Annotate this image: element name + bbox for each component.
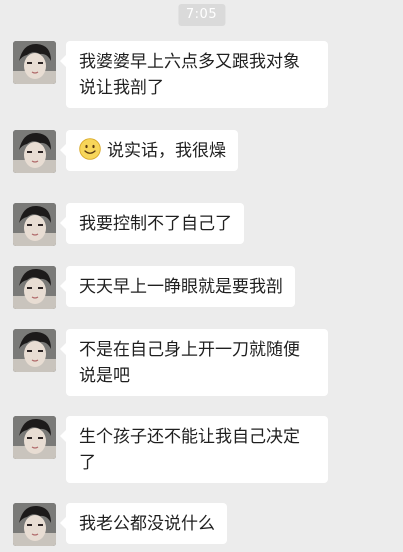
- chat-window: 7:05 我婆婆早上六点多又跟我对象说让我剖了 说实话，我很燥 我要控制不了自己…: [0, 0, 403, 552]
- avatar-image: [13, 503, 56, 546]
- message-text: 不是在自己身上开一刀就随便说是吧: [79, 340, 300, 386]
- message-bubble[interactable]: 天天早上一睁眼就是要我剖: [60, 266, 295, 307]
- message-bubble[interactable]: 生个孩子还不能让我自己决定了: [60, 416, 328, 483]
- avatar[interactable]: [13, 203, 56, 246]
- message-text: 我老公都没说什么: [79, 514, 215, 534]
- message-text: 说实话，我很燥: [107, 141, 226, 161]
- avatar-image: [13, 416, 56, 459]
- message-bubble[interactable]: 我老公都没说什么: [60, 503, 227, 544]
- message-bubble[interactable]: 我婆婆早上六点多又跟我对象说让我剖了: [60, 41, 328, 108]
- message-text: 生个孩子还不能让我自己决定了: [79, 427, 300, 473]
- avatar-image: [13, 266, 56, 309]
- avatar-image: [13, 329, 56, 372]
- avatar[interactable]: [13, 41, 56, 84]
- avatar[interactable]: [13, 329, 56, 372]
- avatar[interactable]: [13, 503, 56, 546]
- message-bubble[interactable]: 不是在自己身上开一刀就随便说是吧: [60, 329, 328, 396]
- message-timestamp: 7:05: [177, 4, 226, 26]
- avatar-image: [13, 130, 56, 173]
- message-text: 我要控制不了自己了: [79, 214, 232, 234]
- avatar-image: [13, 41, 56, 84]
- message-bubble[interactable]: 说实话，我很燥: [60, 130, 238, 171]
- avatar[interactable]: [13, 416, 56, 459]
- smile-emoji-icon: [79, 138, 101, 160]
- avatar-image: [13, 203, 56, 246]
- message-text: 我婆婆早上六点多又跟我对象说让我剖了: [79, 52, 300, 98]
- avatar[interactable]: [13, 130, 56, 173]
- message-text: 天天早上一睁眼就是要我剖: [79, 277, 283, 297]
- message-bubble[interactable]: 我要控制不了自己了: [60, 203, 244, 244]
- avatar[interactable]: [13, 266, 56, 309]
